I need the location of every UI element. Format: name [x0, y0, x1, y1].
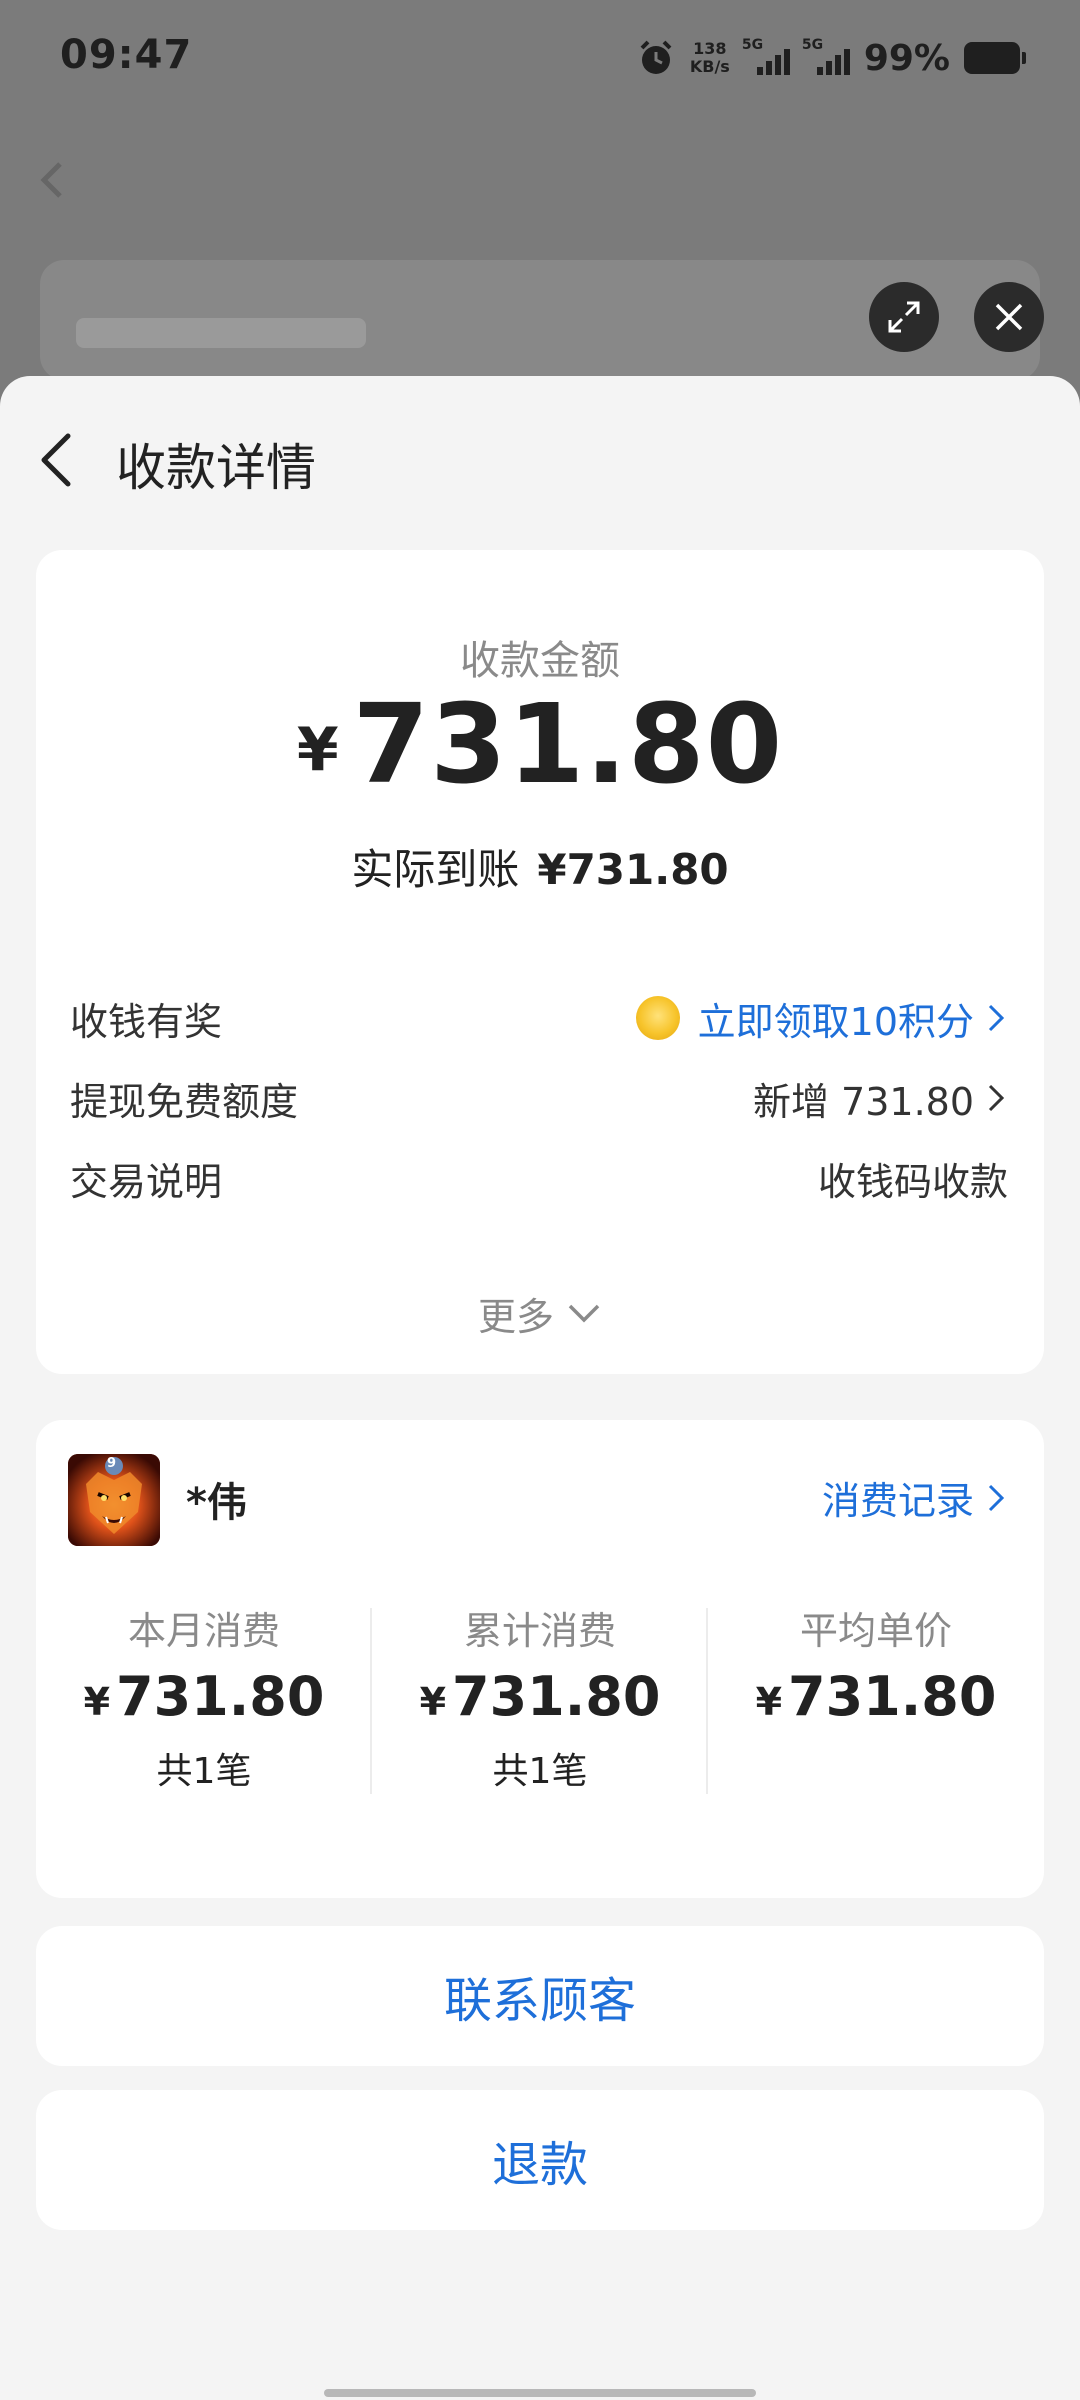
coin-icon [635, 996, 680, 1040]
detail-row-free-quota[interactable]: 提现免费额度 新增 731.80 [70, 1068, 1008, 1128]
actual-received: 实际到账 ¥731.80 [36, 836, 1044, 897]
status-bar: 09:47 138 KB/s 5G 5G 99% [0, 0, 1080, 116]
refund-button[interactable]: 退款 [36, 2090, 1044, 2230]
sheet-header: 收款详情 [0, 406, 1080, 506]
signal-icon-sim1: 5G [742, 37, 790, 75]
more-label: 更多 [477, 1295, 554, 1339]
detail-value-description: 收钱码收款 [817, 1159, 1008, 1204]
stat-total: 累计消费 ¥731.80 共1笔 [419, 1609, 661, 1792]
battery-percent: 99% [863, 37, 950, 79]
chevron-down-icon [568, 1304, 600, 1322]
network-speed: 138 KB/s [689, 39, 730, 76]
payment-summary-card: 收款金额 ¥731.80 实际到账 ¥731.80 收钱有奖 立即领取10积分 提… [36, 550, 1044, 1374]
customer-name: *伟 [186, 1480, 247, 1526]
avatar-badge: 9 [107, 1456, 117, 1471]
chevron-right-icon [988, 1084, 1005, 1112]
background-blurred-text [76, 318, 366, 348]
amount-label: 收款金额 [460, 638, 620, 684]
stat-monthly: 本月消费 ¥731.80 共1笔 [83, 1609, 325, 1792]
detail-value-free-quota: 新增 731.80 [752, 1079, 974, 1124]
signal-icon-sim2: 5G [802, 37, 850, 75]
battery-icon [964, 42, 1026, 74]
expand-icon [888, 301, 920, 333]
detail-row-reward[interactable]: 收钱有奖 立即领取10积分 [70, 988, 1008, 1048]
payment-detail-sheet: 收款详情 收款金额 ¥731.80 实际到账 ¥731.80 收钱有奖 立即领取1… [0, 376, 1080, 2400]
stat-average: 平均单价 ¥731.80 [755, 1609, 997, 1728]
amount-value: 731.80 [352, 680, 784, 808]
actual-received-value: ¥731.80 [537, 845, 729, 894]
page-title: 收款详情 [116, 439, 316, 497]
avatar[interactable]: 9 [68, 1454, 160, 1546]
close-button[interactable] [974, 282, 1044, 352]
back-button[interactable] [32, 430, 82, 490]
chevron-right-icon [988, 1484, 1005, 1511]
contact-customer-button[interactable]: 联系顾客 [36, 1926, 1044, 2066]
alarm-icon [640, 40, 672, 74]
detail-row-description: 交易说明 收钱码收款 [70, 1148, 1008, 1208]
home-indicator[interactable] [324, 2389, 756, 2397]
detail-label-reward: 收钱有奖 [70, 999, 223, 1044]
amount-display: ¥731.80 [36, 680, 1044, 808]
expand-button[interactable] [869, 282, 939, 352]
more-toggle[interactable]: 更多 [36, 1286, 1044, 1341]
close-icon [995, 303, 1023, 331]
status-time: 09:47 [60, 32, 193, 78]
background-back-icon [40, 162, 62, 198]
amount-currency: ¥ [296, 715, 339, 785]
customer-card: 9 *伟 消费记录 本月消费 ¥731.80 共1笔 累计消费 ¥731.80 … [36, 1420, 1044, 1898]
back-arrow-icon [41, 433, 71, 487]
detail-value-reward: 立即领取10积分 [697, 999, 974, 1044]
actual-received-label: 实际到账 [351, 845, 520, 894]
detail-label-description: 交易说明 [70, 1159, 223, 1204]
detail-label-free-quota: 提现免费额度 [70, 1079, 299, 1124]
chevron-right-icon [988, 1004, 1005, 1032]
consumption-record-link[interactable]: 消费记录 [822, 1470, 1008, 1525]
